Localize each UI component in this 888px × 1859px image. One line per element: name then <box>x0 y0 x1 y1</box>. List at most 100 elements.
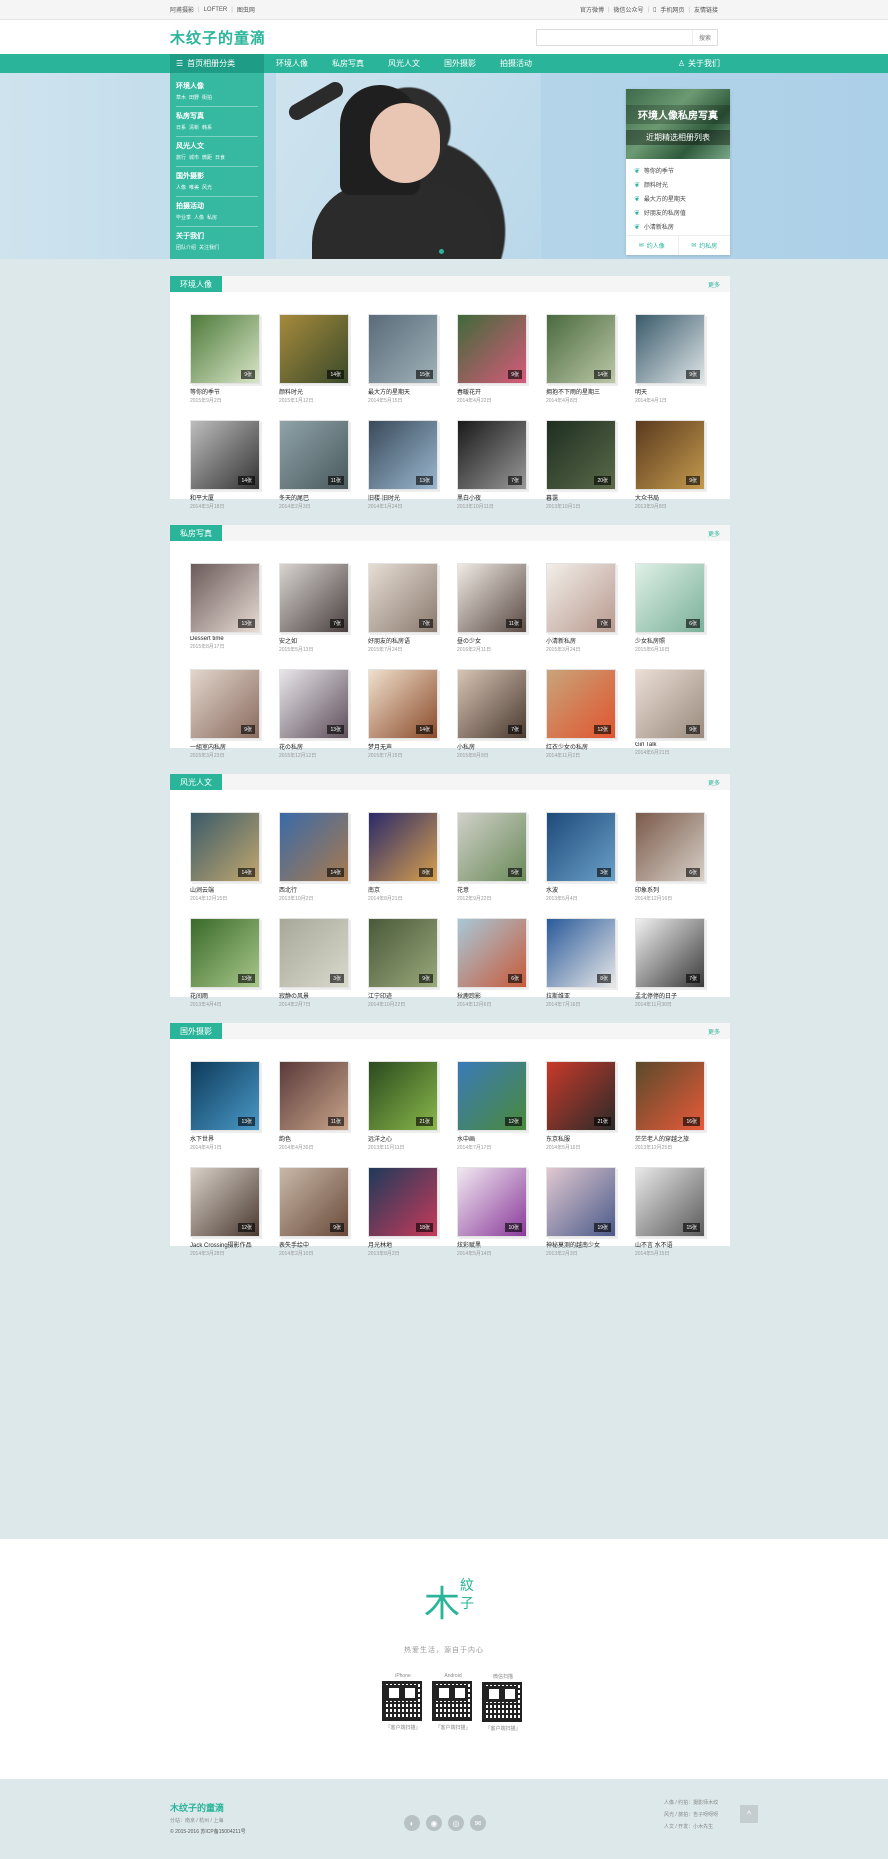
album-thumbnail[interactable]: 9张 <box>190 314 260 384</box>
album-title[interactable]: 旧楼·旧时光 <box>368 493 438 502</box>
back-to-top-button[interactable]: ^ <box>740 1805 758 1823</box>
album-thumbnail[interactable]: 21张 <box>368 1061 438 1131</box>
album-card[interactable]: 13张 花间雨 2013年4月4日 <box>190 918 260 1008</box>
album-title[interactable]: 东京私服 <box>546 1134 616 1143</box>
album-thumbnail[interactable]: 11张 <box>457 563 527 633</box>
album-card[interactable]: 9张 Girl Talk 2014年6月21日 <box>635 669 705 759</box>
album-card[interactable]: 14张 和平大厦 2014年3月18日 <box>190 420 260 510</box>
album-title[interactable]: 花意 <box>457 885 527 894</box>
album-thumbnail[interactable]: 11张 <box>279 420 349 490</box>
album-card[interactable]: 13张 花の私房 2015年12月12日 <box>279 669 349 759</box>
promo-list-item[interactable]: ❦ 好朋友的私房值 <box>634 207 722 221</box>
album-title[interactable]: 秋鹿踪影 <box>457 991 527 1000</box>
album-title[interactable]: 表失手绘中 <box>279 1240 349 1249</box>
album-card[interactable]: 9张 等你的季节 2015年9月2日 <box>190 314 260 404</box>
nav-item-portrait[interactable]: 环境人像 <box>264 58 320 69</box>
album-card[interactable]: 10张 炫彩赋黑 2014年5月14日 <box>457 1167 527 1257</box>
album-title[interactable]: 和平大厦 <box>190 493 260 502</box>
search-button[interactable]: 搜索 <box>691 29 717 45</box>
album-card[interactable]: 13张 水下世界 2014年4月1日 <box>190 1061 260 1151</box>
album-card[interactable]: 3张 水波 2013年5月4日 <box>546 812 616 902</box>
album-card[interactable]: 8张 拉斯维亚 2014年7月16日 <box>546 918 616 1008</box>
album-thumbnail[interactable]: 13张 <box>279 669 349 739</box>
album-thumbnail[interactable]: 16张 <box>635 1061 705 1131</box>
album-card[interactable]: 7张 孟北停停的日子 2014年11月30日 <box>635 918 705 1008</box>
nav-item-private[interactable]: 私房写真 <box>320 58 376 69</box>
album-thumbnail[interactable]: 3张 <box>546 812 616 882</box>
album-card[interactable]: 15张 山不言 水不语 2014年5月15日 <box>635 1167 705 1257</box>
album-thumbnail[interactable]: 9张 <box>368 918 438 988</box>
album-card[interactable]: 11张 昼の少女 2016年2月11日 <box>457 563 527 653</box>
album-title[interactable]: 等你的季节 <box>190 387 260 396</box>
album-thumbnail[interactable]: 5张 <box>457 812 527 882</box>
album-title[interactable]: 好朋友的私房语 <box>368 636 438 645</box>
album-title[interactable]: 昼の少女 <box>457 636 527 645</box>
album-title[interactable]: 山不言 水不语 <box>635 1240 705 1249</box>
album-card[interactable]: 21张 东京私服 2014年5月16日 <box>546 1061 616 1151</box>
album-card[interactable]: 3张 寂静の风景 2014年2月7日 <box>279 918 349 1008</box>
side-group-events[interactable]: 拍摄活动 毕业季 人像 私房 <box>176 197 258 227</box>
album-card[interactable]: 12张 水中画 2014年7月17日 <box>457 1061 527 1151</box>
footer-small-logo[interactable]: 木纹子的童滴 <box>170 1801 246 1814</box>
promo-list-item[interactable]: ❦ 最大方的星期天 <box>634 193 722 207</box>
album-title[interactable]: 黑白小夜 <box>457 493 527 502</box>
top-link-2[interactable]: LOFTER <box>204 7 228 13</box>
album-title[interactable]: 孟北停停的日子 <box>635 991 705 1000</box>
album-card[interactable]: 12张 红衣少女の私房 2014年11月2日 <box>546 669 616 759</box>
album-title[interactable]: 小清新私房 <box>546 636 616 645</box>
album-title[interactable]: 一組室内私房 <box>190 742 260 751</box>
album-thumbnail[interactable]: 7张 <box>457 669 527 739</box>
side-group-private[interactable]: 私房写真 日系 清新 韩系 <box>176 107 258 137</box>
album-thumbnail[interactable]: 19张 <box>546 1167 616 1237</box>
side-group-about[interactable]: 关于我们 团队介绍 关注我们 <box>176 227 258 256</box>
album-title[interactable]: 寂静の风景 <box>279 991 349 1000</box>
album-thumbnail[interactable]: 14张 <box>368 669 438 739</box>
album-title[interactable]: 梦月无声 <box>368 742 438 751</box>
album-title[interactable]: 春暖花开 <box>457 387 527 396</box>
section-more-link[interactable]: 更多 <box>708 1027 730 1036</box>
nav-item-events[interactable]: 拍摄活动 <box>488 58 544 69</box>
album-title[interactable]: 冬天的尾巴 <box>279 493 349 502</box>
album-card[interactable]: 11张 冬天的尾巴 2014年2月3日 <box>279 420 349 510</box>
album-thumbnail[interactable]: 8张 <box>546 918 616 988</box>
album-thumbnail[interactable]: 9张 <box>635 669 705 739</box>
promo-list-item[interactable]: ❦ 小清新私房 <box>634 221 722 235</box>
album-thumbnail[interactable]: 9张 <box>635 314 705 384</box>
album-card[interactable]: 14张 西北行 2013年10月2日 <box>279 812 349 902</box>
album-thumbnail[interactable]: 9张 <box>457 314 527 384</box>
album-thumbnail[interactable]: 20张 <box>546 420 616 490</box>
album-card[interactable]: 8张 南京 2014年8月21日 <box>368 812 438 902</box>
album-thumbnail[interactable]: 6张 <box>635 812 705 882</box>
album-thumbnail[interactable]: 9张 <box>279 1167 349 1237</box>
album-title[interactable]: 花间雨 <box>190 991 260 1000</box>
album-title[interactable]: 暮霭 <box>546 493 616 502</box>
album-card[interactable]: 19张 神秘莫测的越南少女 2013年2月3日 <box>546 1167 616 1257</box>
album-title[interactable]: 最大方的星期天 <box>368 387 438 396</box>
album-title[interactable]: 茫茫老人的穿越之旅 <box>635 1134 705 1143</box>
album-card[interactable]: 7张 好朋友的私房语 2015年7月24日 <box>368 563 438 653</box>
album-title[interactable]: 明天 <box>635 387 705 396</box>
album-card[interactable]: 9张 一組室内私房 2015年3月23日 <box>190 669 260 759</box>
album-thumbnail[interactable]: 13张 <box>190 1061 260 1131</box>
section-more-link[interactable]: 更多 <box>708 778 730 787</box>
album-card[interactable]: 13张 旧楼·旧时光 2014年1月24日 <box>368 420 438 510</box>
album-title[interactable]: 花の私房 <box>279 742 349 751</box>
album-card[interactable]: 15张 最大方的星期天 2014年5月15日 <box>368 314 438 404</box>
section-more-link[interactable]: 更多 <box>708 280 730 289</box>
album-thumbnail[interactable]: 9张 <box>635 420 705 490</box>
album-title[interactable]: 安之如 <box>279 636 349 645</box>
album-title[interactable]: 水中画 <box>457 1134 527 1143</box>
side-group-landscape[interactable]: 风光人文 旅行 城市 微距 日食 <box>176 137 258 167</box>
album-card[interactable]: 7张 小私房 2015年8月9日 <box>457 669 527 759</box>
album-card[interactable]: 7张 安之如 2015年5月13日 <box>279 563 349 653</box>
album-thumbnail[interactable]: 7张 <box>635 918 705 988</box>
book-private-button[interactable]: ✉ 约私房 <box>679 236 731 255</box>
album-card[interactable]: 14张 颜料时光 2015年1月12日 <box>279 314 349 404</box>
weibo-link[interactable]: 官方微博 <box>580 5 604 14</box>
album-card[interactable]: 14张 梦月无声 2015年7月15日 <box>368 669 438 759</box>
side-group-abroad[interactable]: 国外摄影 人像 唯美 风光 <box>176 167 258 197</box>
album-title[interactable]: 颜料时光 <box>279 387 349 396</box>
album-card[interactable]: 12张 Jack Crossing摄影作品 2014年3月28日 <box>190 1167 260 1257</box>
promo-list-item[interactable]: ❦ 等你的季节 <box>634 165 722 179</box>
album-card[interactable]: 14张 山涧云端 2014年12月15日 <box>190 812 260 902</box>
